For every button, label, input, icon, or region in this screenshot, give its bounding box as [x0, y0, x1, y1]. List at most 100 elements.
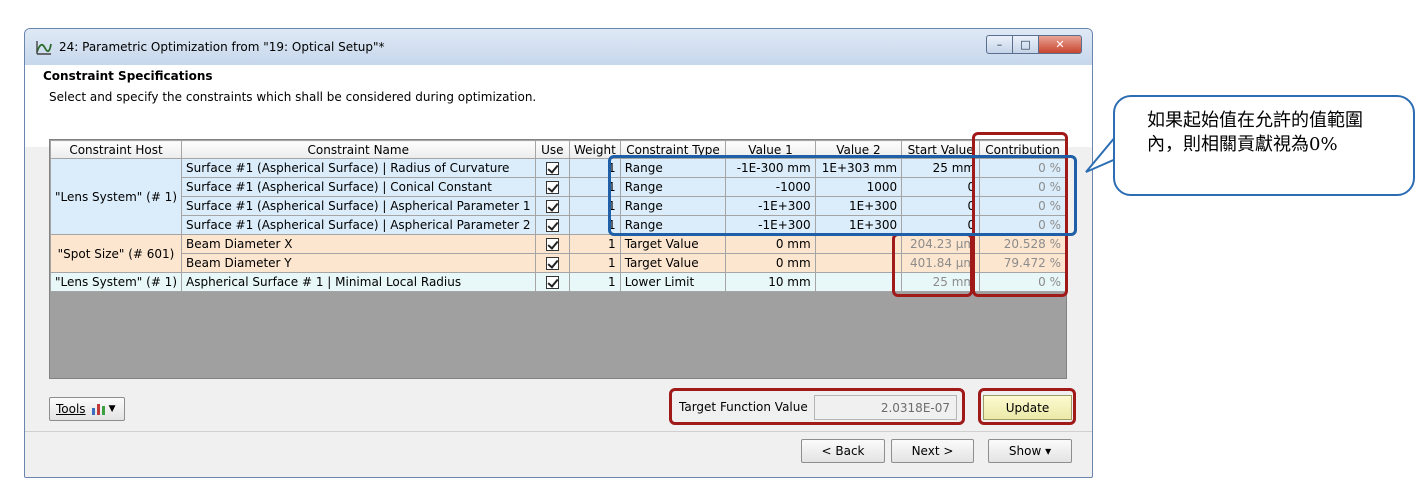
table-row[interactable]: Surface #1 (Aspherical Surface) | Conica… — [51, 177, 1066, 197]
start-value-cell[interactable]: 401.84 µm — [901, 253, 981, 273]
close-icon: ✕ — [1055, 38, 1065, 51]
value2-cell[interactable]: 1E+303 mm — [814, 158, 903, 178]
use-cell[interactable] — [534, 177, 571, 197]
header-area: Constraint Specifications Select and spe… — [25, 65, 1092, 147]
value2-cell[interactable] — [814, 272, 903, 292]
value1-cell[interactable]: 0 mm — [725, 253, 816, 273]
use-cell[interactable] — [534, 215, 571, 235]
value2-cell[interactable]: 1E+300 — [814, 215, 903, 235]
column-header[interactable]: Constraint Host — [50, 140, 182, 159]
start-value-cell[interactable]: 25 mm — [901, 272, 981, 292]
column-header[interactable]: Value 1 — [725, 140, 816, 159]
start-value-cell[interactable]: 0 — [901, 177, 981, 197]
use-checkbox[interactable] — [545, 200, 559, 213]
use-cell[interactable] — [534, 234, 571, 254]
column-header[interactable]: Contribution — [979, 140, 1066, 159]
table-row[interactable]: "Spot Size" (# 601) Beam Diameter X 1 Targe… — [50, 234, 1066, 273]
use-cell[interactable] — [534, 272, 571, 292]
constraint-table: Constraint Host Constraint Name Use Weight C… — [50, 140, 1066, 292]
start-value-cell[interactable]: 0 — [901, 196, 981, 216]
value1-cell[interactable]: -1000 — [725, 177, 816, 197]
constraint-name-cell[interactable]: Surface #1 (Aspherical Surface) | Radius… — [181, 158, 536, 178]
weight-cell[interactable]: 1 — [569, 215, 621, 235]
table-row[interactable]: Surface #1 (Aspherical Surface) | Aspher… — [51, 196, 1066, 216]
constraint-host-cell[interactable]: "Spot Size" (# 601) — [50, 234, 182, 273]
column-header[interactable]: Weight — [569, 140, 621, 159]
start-value-cell[interactable]: 0 — [901, 215, 981, 235]
maximize-button[interactable]: □ — [1012, 35, 1039, 54]
use-checkbox[interactable] — [545, 257, 559, 270]
value2-cell[interactable]: 1E+300 — [814, 196, 903, 216]
weight-cell[interactable]: 1 — [569, 158, 621, 178]
use-checkbox[interactable] — [545, 238, 559, 251]
table-row[interactable]: Surface #1 (Aspherical Surface) | Aspher… — [51, 215, 1066, 235]
constraint-type-cell[interactable]: Target Value — [619, 253, 727, 273]
contribution-cell[interactable]: 20.528 % — [979, 234, 1066, 254]
value1-cell[interactable]: -1E-300 mm — [725, 158, 816, 178]
update-button[interactable]: Update — [983, 395, 1072, 420]
weight-cell[interactable]: 1 — [569, 272, 621, 292]
weight-cell[interactable]: 1 — [569, 196, 621, 216]
contribution-cell[interactable]: 79.472 % — [979, 253, 1066, 273]
column-header[interactable]: Constraint Type — [619, 140, 727, 159]
contribution-cell[interactable]: 0 % — [979, 215, 1066, 235]
contribution-cell[interactable]: 0 % — [979, 272, 1066, 292]
constraint-name-cell[interactable]: Beam Diameter Y — [181, 253, 536, 273]
tools-icon — [91, 404, 105, 415]
constraint-name-cell[interactable]: Beam Diameter X — [181, 234, 536, 254]
contribution-cell[interactable]: 0 % — [979, 158, 1066, 178]
weight-cell[interactable]: 1 — [569, 234, 621, 254]
tools-button[interactable]: Tools ▼ — [49, 397, 125, 421]
constraint-name-cell[interactable]: Surface #1 (Aspherical Surface) | Conica… — [181, 177, 536, 197]
weight-cell[interactable]: 1 — [569, 253, 621, 273]
contribution-cell[interactable]: 0 % — [979, 177, 1066, 197]
weight-cell[interactable]: 1 — [569, 177, 621, 197]
start-value-cell[interactable]: 204.23 µm — [901, 234, 981, 254]
value1-cell[interactable]: 0 mm — [725, 234, 816, 254]
constraint-name-cell[interactable]: Aspherical Surface # 1 | Minimal Local R… — [181, 272, 536, 292]
constraint-name-cell[interactable]: Surface #1 (Aspherical Surface) | Aspher… — [181, 215, 536, 235]
constraint-host-cell[interactable]: "Lens System" (# 1) — [50, 272, 182, 292]
close-button[interactable]: ✕ — [1038, 35, 1082, 54]
constraint-name-cell[interactable]: Surface #1 (Aspherical Surface) | Aspher… — [181, 196, 536, 216]
use-cell[interactable] — [534, 253, 571, 273]
next-button[interactable]: Next > — [891, 439, 974, 463]
constraint-type-cell[interactable]: Lower Limit — [619, 272, 727, 292]
show-button[interactable]: Show ▾ — [988, 439, 1072, 463]
constraint-type-cell[interactable]: Range — [619, 196, 727, 216]
back-button[interactable]: < Back — [801, 439, 885, 463]
value1-cell[interactable]: -1E+300 — [725, 215, 816, 235]
column-header[interactable]: Start Value — [901, 140, 981, 159]
column-header[interactable]: Constraint Name — [181, 140, 536, 159]
tools-label: Tools — [56, 402, 86, 416]
use-checkbox[interactable] — [545, 219, 559, 232]
constraint-type-cell[interactable]: Range — [619, 215, 727, 235]
app-icon — [36, 41, 52, 55]
constraint-type-cell[interactable]: Range — [619, 158, 727, 178]
value2-cell[interactable]: 1000 — [814, 177, 903, 197]
use-cell[interactable] — [534, 158, 571, 178]
table-row[interactable]: "Lens System" (# 1) Surface #1 (Aspherica… — [50, 158, 1066, 235]
constraint-grid[interactable]: Constraint Host Constraint Name Use Weight C… — [49, 139, 1067, 379]
value2-cell[interactable] — [814, 234, 903, 254]
value1-cell[interactable]: -1E+300 — [725, 196, 816, 216]
contribution-cell[interactable]: 0 % — [979, 196, 1066, 216]
constraint-type-cell[interactable]: Range — [619, 177, 727, 197]
value1-cell[interactable]: 10 mm — [725, 272, 816, 292]
column-header[interactable]: Use — [534, 140, 571, 159]
use-checkbox[interactable] — [545, 162, 559, 175]
value2-cell[interactable] — [814, 253, 903, 273]
start-value-cell[interactable]: 25 mm — [901, 158, 981, 178]
table-row[interactable]: Beam Diameter Y 1 Target Value 0 mm 401.84 µ… — [51, 253, 1066, 273]
use-checkbox[interactable] — [545, 276, 559, 289]
minimize-button[interactable]: – — [986, 35, 1013, 54]
column-header[interactable]: Value 2 — [814, 140, 903, 159]
table-row[interactable]: "Lens System" (# 1) Aspherical Surface # … — [50, 272, 1066, 292]
use-cell[interactable] — [534, 196, 571, 216]
constraint-host-cell[interactable]: "Lens System" (# 1) — [50, 158, 182, 235]
title-bar[interactable]: 24: Parametric Optimization from "19: Op… — [25, 29, 1092, 65]
use-checkbox[interactable] — [545, 181, 559, 194]
annotation-callout: 如果起始值在允許的值範圍內，則相關貢獻視為0% — [1113, 95, 1415, 196]
constraint-type-cell[interactable]: Target Value — [619, 234, 727, 254]
minimize-icon: – — [996, 38, 1003, 51]
